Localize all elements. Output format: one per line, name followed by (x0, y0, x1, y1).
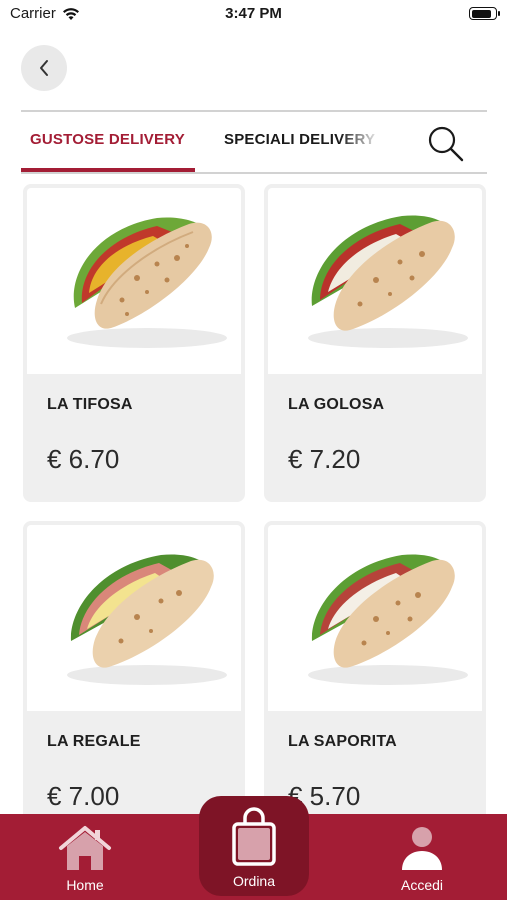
tabs-top-divider (21, 110, 487, 112)
tab-fade-overlay (340, 118, 398, 162)
product-name: LA TIFOSA (47, 396, 133, 413)
product-price: € 7.00 (47, 781, 120, 811)
product-name: LA GOLOSA (288, 396, 385, 413)
nav-home[interactable]: Home (40, 814, 130, 900)
product-card-la-tifosa[interactable]: LA TIFOSA € 6.70 (23, 184, 245, 502)
battery-icon (469, 7, 500, 20)
product-price: € 6.70 (47, 444, 120, 474)
product-card-la-regale[interactable]: LA REGALE € 7.00 (23, 521, 245, 814)
piadina-image (308, 215, 468, 348)
product-card-la-saporita[interactable]: LA SAPORITA € 5.70 (264, 521, 486, 814)
piadina-image (308, 554, 468, 685)
nav-home-label: Home (66, 877, 104, 893)
product-grid: LA TIFOSA € 6.70 LA GOLOSA € 7.20 LA REG… (0, 184, 507, 814)
chevron-left-icon (40, 60, 48, 76)
tab-active-indicator (21, 168, 195, 172)
product-image (268, 188, 482, 374)
home-icon (59, 826, 111, 870)
shopping-bag-icon (232, 807, 276, 866)
product-image (27, 525, 241, 711)
product-name: LA REGALE (47, 733, 141, 750)
product-name: LA SAPORITA (288, 733, 397, 750)
nav-accedi[interactable]: Accedi (377, 814, 467, 900)
user-icon (402, 827, 442, 870)
product-image (268, 525, 482, 711)
piadina-image (67, 217, 227, 348)
back-button[interactable] (21, 45, 67, 91)
nav-ordina-label: Ordina (232, 873, 276, 889)
search-icon[interactable] (425, 123, 465, 163)
tabs-bottom-divider (21, 172, 487, 174)
product-price: € 7.20 (288, 444, 361, 474)
nav-accedi-label: Accedi (400, 877, 444, 893)
battery-level (471, 9, 492, 18)
status-bar: Carrier 3:47 PM (0, 0, 507, 28)
status-time: 3:47 PM (225, 5, 282, 22)
piadina-image (67, 554, 227, 685)
nav-ordina[interactable]: Ordina (199, 796, 309, 896)
tab-gustose-delivery[interactable]: GUSTOSE DELIVERY (30, 131, 185, 148)
product-card-la-golosa[interactable]: LA GOLOSA € 7.20 (264, 184, 486, 502)
product-image (27, 188, 241, 374)
